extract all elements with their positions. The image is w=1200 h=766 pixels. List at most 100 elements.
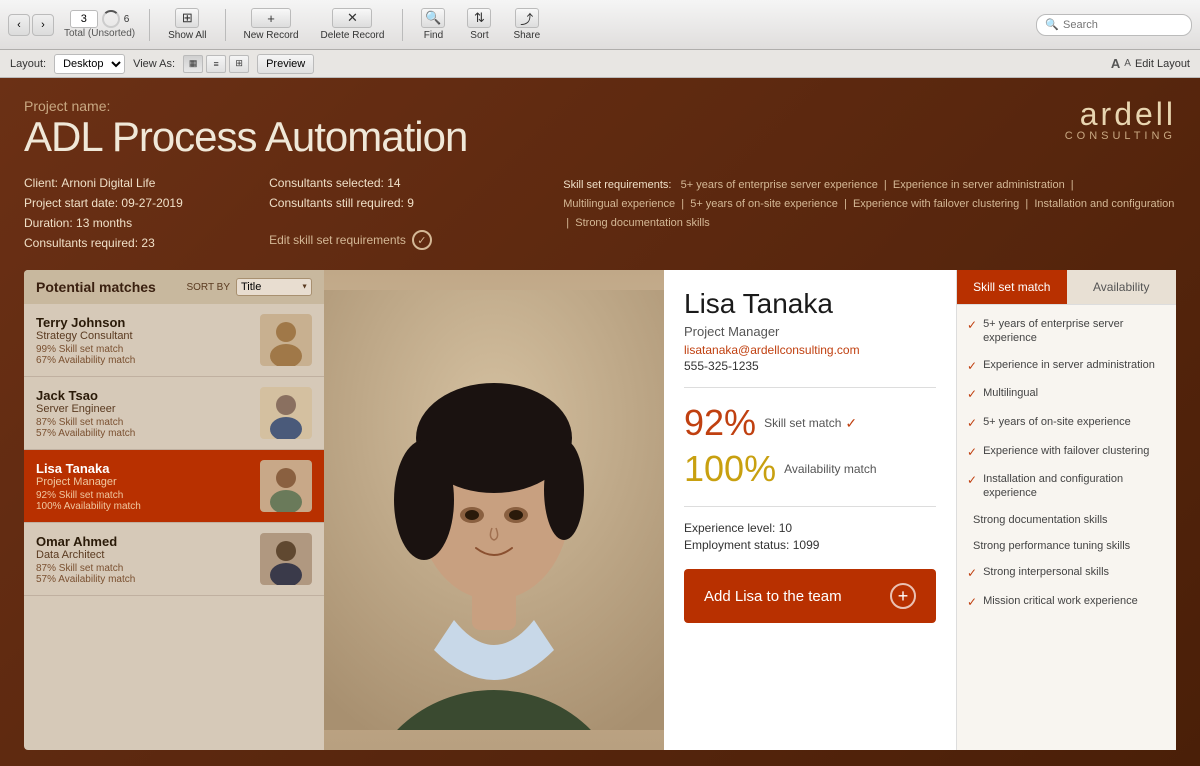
sort-by-area: SORT BY Title Name Skill Match <box>186 278 312 296</box>
match-pct-area: 92% Skill set match ✓ 100% Availability … <box>684 402 936 490</box>
skill-item: ✓Experience in server administration <box>957 352 1176 381</box>
skill-check: ✓ <box>967 359 977 375</box>
profile-photo-placeholder <box>324 270 664 750</box>
sort-select[interactable]: Title Name Skill Match <box>236 278 312 296</box>
match-info-terry: Terry Johnson Strategy Consultant 99% Sk… <box>36 315 252 366</box>
emp-status-row: Employment status: 1099 <box>684 538 936 552</box>
emp-status-value: 1099 <box>793 538 820 552</box>
tab-availability[interactable]: Availability <box>1067 270 1177 304</box>
match-stats-omar: 87% Skill set match 57% Availability mat… <box>36 563 252 585</box>
search-icon: 🔍 <box>1045 18 1059 31</box>
edit-skill-link[interactable]: Edit skill set requirements ✓ <box>269 230 563 250</box>
logo-area: ardell CONSULTING <box>1065 98 1176 142</box>
profile-divider <box>684 387 936 388</box>
record-counter: 6 Total (Unsorted) <box>64 10 135 39</box>
match-item-omar[interactable]: Omar Ahmed Data Architect 87% Skill set … <box>24 523 324 596</box>
match-name-terry: Terry Johnson <box>36 315 252 330</box>
match-photo-terry <box>260 314 312 366</box>
search-box: 🔍 <box>1036 14 1192 36</box>
forward-button[interactable]: › <box>32 14 54 36</box>
meta-col-mid: Consultants selected: 14 Consultants sti… <box>269 176 563 256</box>
view-icon-grid[interactable]: ▦ <box>183 55 203 73</box>
record-total-label: 6 <box>124 14 130 25</box>
meta-col-right: Skill set requirements: 5+ years of ente… <box>563 176 1176 256</box>
search-input[interactable] <box>1063 19 1183 31</box>
add-to-team-button[interactable]: Add Lisa to the team + <box>684 569 936 623</box>
consultants-selected-item: Consultants selected: 14 <box>269 176 563 190</box>
new-record-button[interactable]: + New Record <box>236 5 307 44</box>
skill-check: ✓ <box>967 416 977 432</box>
skill-check: ✓ <box>967 566 977 582</box>
divider-1 <box>149 9 150 41</box>
exp-level-row: Experience level: 10 <box>684 521 936 535</box>
project-name: ADL Process Automation <box>24 114 467 160</box>
profile-phone: 555-325-1235 <box>684 359 936 373</box>
match-photo-omar <box>260 533 312 585</box>
skill-check: ✓ <box>967 595 977 611</box>
profile-detail: Lisa Tanaka Project Manager lisatanaka@a… <box>664 270 956 750</box>
skills-panel: Skill set match Availability ✓5+ years o… <box>956 270 1176 750</box>
skill-check-icon: ✓ <box>845 415 857 432</box>
delete-record-icon: ✕ <box>332 8 372 28</box>
avail-pct-label: Availability match <box>784 462 876 476</box>
view-icon-list[interactable]: ≡ <box>206 55 226 73</box>
match-item-lisa[interactable]: Lisa Tanaka Project Manager 92% Skill se… <box>24 450 324 523</box>
match-info-lisa: Lisa Tanaka Project Manager 92% Skill se… <box>36 461 252 512</box>
back-button[interactable]: ‹ <box>8 14 30 36</box>
consultants-req-item: Consultants required: 23 <box>24 236 269 250</box>
skill-pct-value: 92% <box>684 402 756 444</box>
logo-sub: CONSULTING <box>1065 130 1176 142</box>
view-icon-table[interactable]: ⊞ <box>229 55 249 73</box>
check-circle-icon: ✓ <box>412 230 432 250</box>
skill-check: ✓ <box>967 445 977 461</box>
project-meta: Client: Arnoni Digital Life Project star… <box>24 176 1176 256</box>
divider-2 <box>225 9 226 41</box>
consultants-required-value: 23 <box>141 236 154 250</box>
matches-list: Terry Johnson Strategy Consultant 99% Sk… <box>24 304 324 750</box>
font-size-icon: A <box>1111 56 1120 71</box>
match-photo-jack <box>260 387 312 439</box>
match-stats-lisa: 92% Skill set match 100% Availability ma… <box>36 490 252 512</box>
consultants-still-item: Consultants still required: 9 <box>269 196 563 210</box>
profile-email: lisatanaka@ardellconsulting.com <box>684 343 936 357</box>
edit-layout-button[interactable]: A A Edit Layout <box>1111 56 1190 71</box>
share-button[interactable]: ⤴ Share <box>505 5 548 44</box>
logo-text: ardell <box>1065 98 1176 130</box>
match-stats-jack: 87% Skill set match 57% Availability mat… <box>36 417 252 439</box>
share-icon: ⤴ <box>515 8 539 28</box>
match-role-terry: Strategy Consultant <box>36 330 252 342</box>
find-button[interactable]: 🔍 Find <box>413 5 453 44</box>
skill-item: ✓Strong interpersonal skills <box>957 559 1176 588</box>
find-icon: 🔍 <box>421 8 445 28</box>
layout-label: Layout: <box>10 58 46 70</box>
layout-select[interactable]: Desktop <box>54 54 125 74</box>
skill-check: ✓ <box>967 387 977 403</box>
match-role-jack: Server Engineer <box>36 403 252 415</box>
tab-skill-set-match[interactable]: Skill set match <box>957 270 1067 304</box>
show-all-button[interactable]: ⊞ Show All <box>160 5 214 44</box>
project-header: Project name: ADL Process Automation ard… <box>24 98 1176 160</box>
plus-circle-icon: + <box>890 583 916 609</box>
preview-button[interactable]: Preview <box>257 54 314 74</box>
skill-item: ✓Installation and configuration experien… <box>957 466 1176 507</box>
view-icons: ▦ ≡ ⊞ <box>183 55 249 73</box>
skills-tabs: Skill set match Availability <box>957 270 1176 305</box>
show-all-icon: ⊞ <box>175 8 199 28</box>
sort-button[interactable]: ⇅ Sort <box>459 5 499 44</box>
skill-item: ✓5+ years of enterprise server experienc… <box>957 311 1176 352</box>
record-group-label: Total (Unsorted) <box>64 28 135 39</box>
profile-role: Project Manager <box>684 324 936 339</box>
new-record-icon: + <box>251 8 291 28</box>
match-item-jack[interactable]: Jack Tsao Server Engineer 87% Skill set … <box>24 377 324 450</box>
exp-level-value: 10 <box>779 521 792 535</box>
record-input[interactable] <box>70 10 98 28</box>
sort-icon: ⇅ <box>467 8 491 28</box>
font-size-icon-small: A <box>1124 58 1131 69</box>
add-button-label: Add Lisa to the team <box>704 588 842 605</box>
match-item-terry[interactable]: Terry Johnson Strategy Consultant 99% Sk… <box>24 304 324 377</box>
skill-item: ✓Experience with failover clustering <box>957 438 1176 467</box>
toolbar: ‹ › 6 Total (Unsorted) ⊞ Show All + New … <box>0 0 1200 50</box>
delete-record-button[interactable]: ✕ Delete Record <box>313 5 393 44</box>
view-as-label: View As: <box>133 58 175 70</box>
skill-requirements: Skill set requirements: 5+ years of ente… <box>563 176 1176 232</box>
